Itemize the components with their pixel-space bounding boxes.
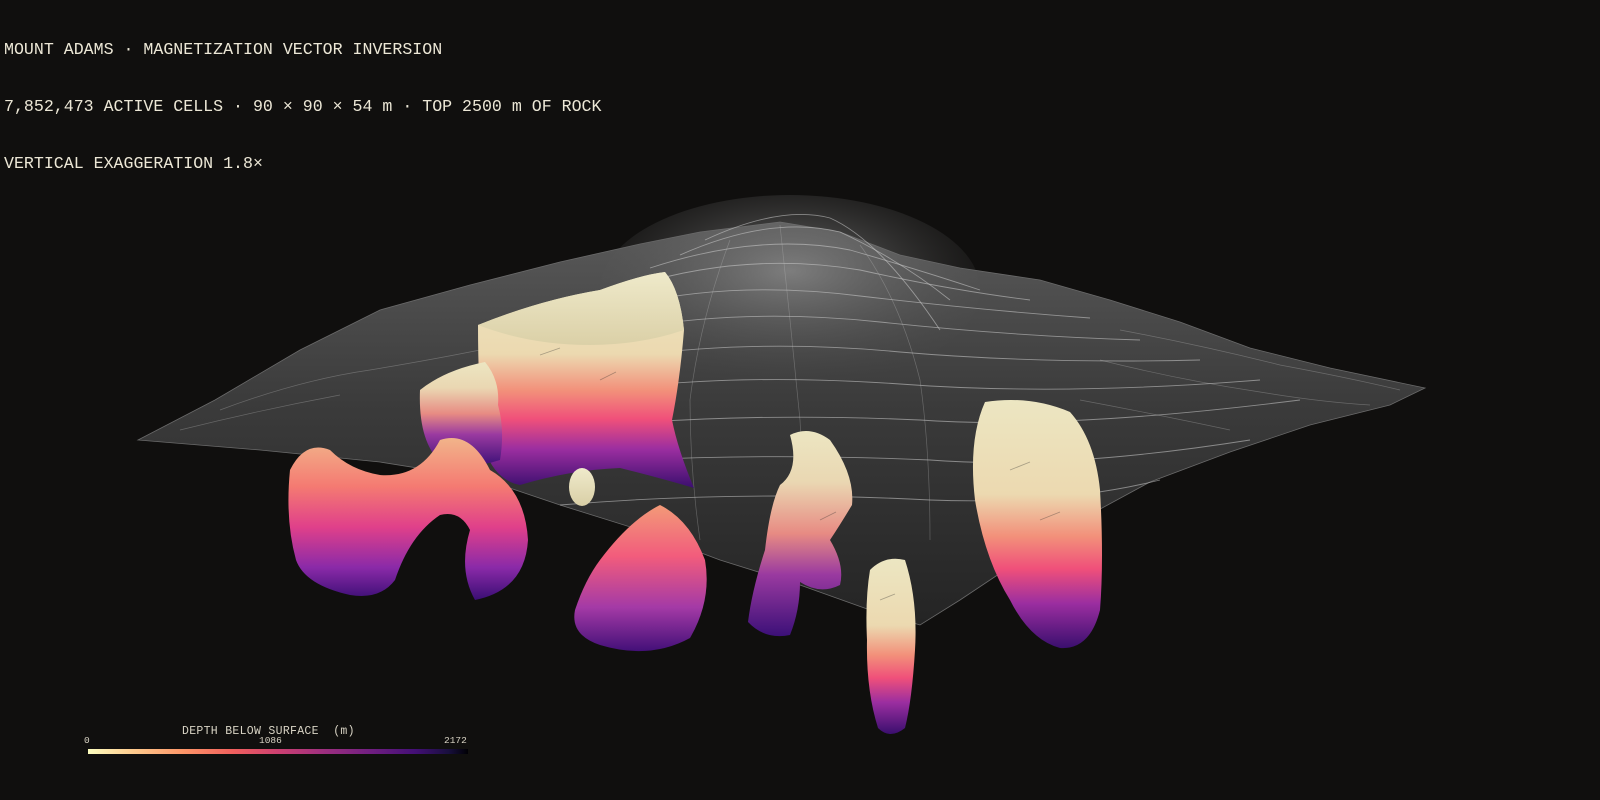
colorbar-gradient xyxy=(88,749,468,754)
colorbar-tick-mid: 1086 xyxy=(259,735,282,746)
anomaly-body-right-column xyxy=(972,399,1102,649)
anomaly-body-nub xyxy=(569,468,595,506)
anomaly-body-thin-pillar xyxy=(866,558,916,734)
colorbar-tick-min: 0 xyxy=(84,735,90,746)
depth-colorbar: DEPTH BELOW SURFACE (m) 0 1086 2172 xyxy=(84,722,468,756)
colorbar-tick-max: 2172 xyxy=(444,735,467,746)
3d-scene-viewport[interactable] xyxy=(0,0,1600,800)
